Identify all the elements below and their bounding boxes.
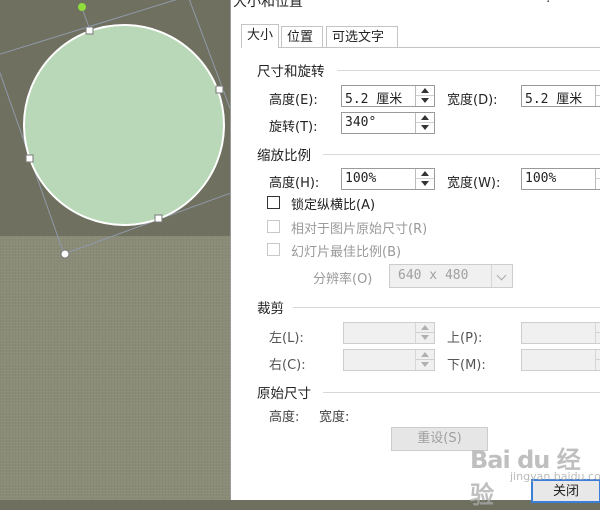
increment-icon[interactable] — [416, 350, 434, 360]
increment-icon[interactable] — [596, 86, 600, 96]
decrement-icon[interactable] — [596, 179, 600, 189]
original-height-label: 高度: — [269, 410, 300, 425]
increment-icon[interactable] — [596, 323, 600, 333]
decrement-icon[interactable] — [596, 360, 600, 370]
circle-shape[interactable] — [23, 24, 225, 226]
size-width-spinner[interactable]: 5.2 厘米 — [521, 85, 600, 107]
scale-height-label: 高度(H): — [269, 176, 320, 191]
scale-width-value: 100% — [525, 171, 557, 186]
resolution-label: 分辨率(O) — [313, 272, 373, 287]
size-width-label: 宽度(D): — [447, 93, 498, 108]
lock-aspect-ratio-label[interactable]: 锁定纵横比(A) — [291, 194, 375, 213]
decrement-icon[interactable] — [416, 123, 434, 133]
rotation-handle[interactable] — [78, 3, 86, 11]
decrement-icon[interactable] — [416, 96, 434, 106]
decrement-icon[interactable] — [596, 333, 600, 343]
crop-bottom-label: 下(M): — [447, 358, 486, 373]
section-divider — [293, 307, 600, 308]
decrement-icon[interactable] — [596, 96, 600, 106]
section-crop-header: 裁剪 — [257, 301, 284, 317]
size-height-value: 5.2 厘米 — [345, 92, 403, 107]
increment-icon[interactable] — [416, 169, 434, 179]
decrement-icon[interactable] — [416, 333, 434, 343]
tab-position[interactable]: 位置 — [281, 26, 323, 47]
section-divider — [337, 70, 600, 71]
relative-original-label: 相对于图片原始尺寸(R) — [291, 222, 428, 237]
scale-width-spinner[interactable]: 100% — [521, 168, 600, 190]
crop-right-spinner[interactable] — [343, 349, 435, 371]
rotate-label: 旋转(T): — [269, 120, 318, 135]
section-original-size-header: 原始尺寸 — [257, 386, 311, 402]
increment-icon[interactable] — [416, 113, 434, 123]
scale-width-label: 宽度(W): — [447, 176, 501, 191]
shape-layer — [0, 0, 230, 259]
dialog-titlebar[interactable]: 大小和位置 ? — [231, 0, 600, 12]
size-height-spinner[interactable]: 5.2 厘米 — [341, 85, 435, 107]
tab-size[interactable]: 大小 — [241, 24, 279, 48]
scale-height-spinner[interactable]: 100% — [341, 168, 435, 190]
relative-original-checkbox[interactable] — [267, 220, 280, 233]
increment-icon[interactable] — [416, 86, 434, 96]
section-scale-header: 缩放比例 — [257, 148, 311, 164]
increment-icon[interactable] — [416, 323, 434, 333]
crop-left-spinner[interactable] — [343, 322, 435, 344]
rotate-value: 340° — [345, 115, 377, 130]
size-width-value: 5.2 厘米 — [525, 92, 583, 107]
chevron-down-icon[interactable] — [491, 265, 512, 287]
increment-icon[interactable] — [596, 169, 600, 179]
rotate-spinner[interactable]: 340° — [341, 112, 435, 134]
tab-alt-text[interactable]: 可选文字 — [326, 26, 398, 47]
best-slide-scale-label: 幻灯片最佳比例(B) — [291, 245, 402, 260]
section-divider — [323, 392, 600, 393]
original-width-label: 宽度: — [319, 410, 350, 425]
crop-bottom-spinner[interactable] — [521, 349, 600, 371]
lock-aspect-ratio-checkbox[interactable] — [267, 196, 280, 209]
resolution-select[interactable]: 640 x 480 — [389, 264, 513, 288]
slide-canvas[interactable] — [0, 0, 230, 500]
size-position-dialog: 大小和位置 ? 大小 位置 可选文字 尺寸和旋转 高度(E): 5.2 厘米 宽… — [230, 0, 600, 503]
scale-height-value: 100% — [345, 171, 377, 186]
resize-handle-corner[interactable] — [60, 249, 70, 259]
best-slide-scale-checkbox[interactable] — [267, 243, 280, 256]
dialog-title: 大小和位置 — [233, 0, 303, 10]
resize-handle-right[interactable] — [215, 85, 224, 94]
decrement-icon[interactable] — [416, 179, 434, 189]
resize-handle-left[interactable] — [25, 154, 34, 163]
crop-top-spinner[interactable] — [521, 322, 600, 344]
crop-top-label: 上(P): — [447, 331, 483, 346]
decrement-icon[interactable] — [416, 360, 434, 370]
watermark-sub: jingyan.baidu.com — [510, 470, 600, 483]
section-divider — [323, 154, 600, 155]
resolution-value: 640 x 480 — [398, 268, 469, 283]
crop-right-label: 右(C): — [269, 358, 306, 373]
help-button[interactable]: ? — [545, 0, 552, 6]
crop-left-label: 左(L): — [269, 331, 304, 346]
size-height-label: 高度(E): — [269, 93, 318, 108]
tab-divider — [241, 47, 600, 48]
resize-handle-top[interactable] — [85, 26, 94, 35]
resize-handle-bottom[interactable] — [154, 214, 163, 223]
increment-icon[interactable] — [596, 350, 600, 360]
section-size-rotate-header: 尺寸和旋转 — [257, 64, 325, 80]
